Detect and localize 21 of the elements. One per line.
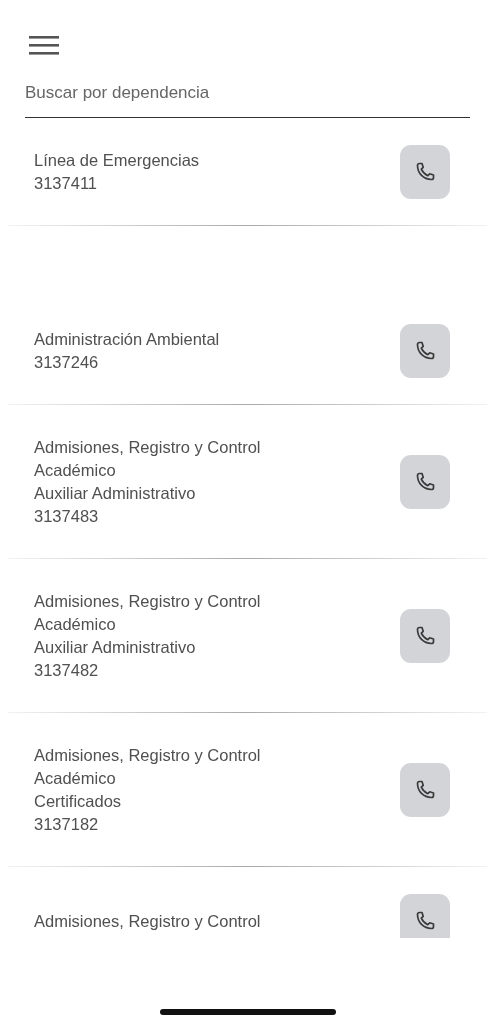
contact-name: Admisiones, Registro y Control (34, 910, 262, 932)
contact-role: Auxiliar Administrativo (34, 637, 197, 658)
contact-name: Admisiones, Registro y Control Académico (34, 437, 262, 481)
contact-name: Administración Ambiental (34, 329, 221, 350)
call-button[interactable] (400, 145, 450, 199)
call-button[interactable] (400, 609, 450, 663)
call-button[interactable] (400, 894, 450, 938)
call-button[interactable] (400, 455, 450, 509)
contact-name: Admisiones, Registro y Control Académico (34, 591, 262, 635)
contact-role: Auxiliar Administrativo (34, 483, 197, 504)
phone-number: 3137483 (34, 506, 100, 527)
contact-role: Certificados (34, 791, 123, 812)
call-button[interactable] (400, 763, 450, 817)
phone-number: 3137182 (34, 814, 100, 835)
contact-name: Línea de Emergencias (34, 150, 201, 171)
phone-number: 3137246 (34, 352, 100, 373)
phone-number: 3137482 (34, 660, 100, 681)
call-button[interactable] (400, 324, 450, 378)
contact-name: Admisiones, Registro y Control Académico (34, 745, 262, 789)
phone-number: 3137411 (34, 173, 98, 194)
search-field[interactable]: Buscar por dependencia (25, 69, 470, 118)
